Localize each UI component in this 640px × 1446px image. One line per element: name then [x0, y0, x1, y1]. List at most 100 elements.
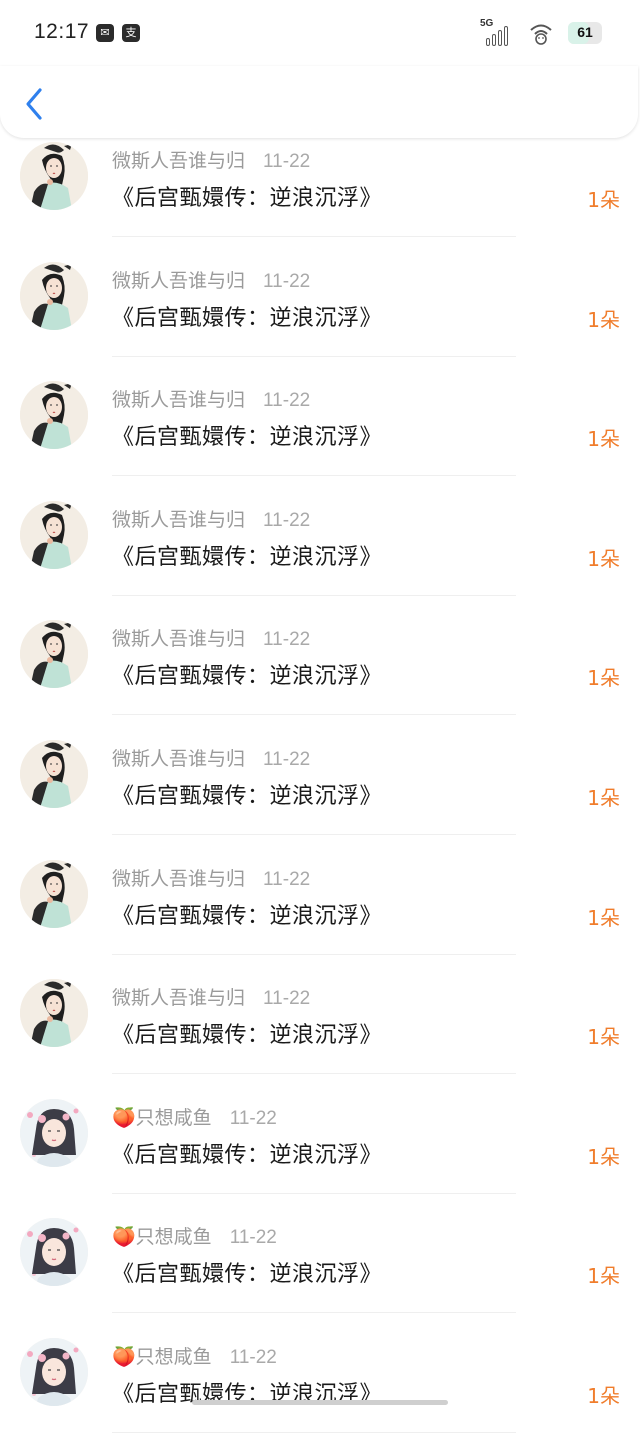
avatar[interactable] [20, 979, 88, 1048]
gift-date: 11-22 [229, 1227, 277, 1249]
flower-count: 1朵 [587, 546, 620, 571]
gift-date: 11-22 [263, 270, 311, 292]
row-divider [112, 594, 516, 596]
list-item[interactable]: 微斯人吾谁与归 11-22 《后宫甄嬛传：逆浪沉浮》 1朵 [0, 369, 640, 489]
book-title[interactable]: 《后宫甄嬛传：逆浪沉浮》 [112, 1137, 382, 1169]
list-item[interactable]: 微斯人吾谁与归 11-22 《后宫甄嬛传：逆浪沉浮》 1朵 [0, 250, 640, 370]
avatar[interactable] [20, 142, 88, 210]
sender-line: 微斯人吾谁与归 11-22 [112, 624, 310, 651]
sender-name[interactable]: 微斯人吾谁与归 [112, 987, 245, 1009]
battery-icon: 61 [568, 22, 602, 44]
gift-date: 11-22 [229, 1347, 277, 1368]
row-divider [112, 1312, 516, 1314]
top-nav-bar [0, 66, 638, 138]
list-item[interactable]: 🍑只想咸鱼 11-22 《后宫甄嬛传：逆浪沉浮》 1朵 [0, 1206, 640, 1326]
book-title[interactable]: 《后宫甄嬛传：逆浪沉浮》 [112, 419, 382, 451]
row-divider [112, 953, 516, 955]
gift-date: 11-22 [263, 988, 311, 1010]
sender-line: 🍑只想咸鱼 11-22 [112, 1342, 277, 1369]
peach-emoji-icon: 🍑 [112, 1226, 136, 1249]
sender-name[interactable]: 微斯人吾谁与归 [112, 389, 245, 411]
gift-date: 11-22 [263, 629, 311, 651]
alipay-icon: 支 [122, 24, 140, 42]
list-item[interactable]: 微斯人吾谁与归 11-22 《后宫甄嬛传：逆浪沉浮》 1朵 [0, 728, 640, 848]
book-title[interactable]: 《后宫甄嬛传：逆浪沉浮》 [112, 539, 382, 571]
book-title[interactable]: 《后宫甄嬛传：逆浪沉浮》 [112, 1256, 382, 1288]
row-divider [112, 1073, 516, 1075]
flower-count: 1朵 [587, 307, 620, 332]
gift-date: 11-22 [263, 509, 311, 531]
row-divider [112, 1432, 516, 1433]
gift-date: 11-22 [263, 390, 311, 412]
sender-name[interactable]: 微斯人吾谁与归 [112, 868, 245, 890]
book-title[interactable]: 《后宫甄嬛传：逆浪沉浮》 [112, 778, 382, 810]
flower-count: 1朵 [587, 1025, 620, 1050]
avatar[interactable] [20, 1338, 88, 1406]
row-divider [112, 475, 516, 477]
book-title[interactable]: 《后宫甄嬛传：逆浪沉浮》 [112, 300, 382, 332]
flower-count: 1朵 [587, 1264, 620, 1289]
chevron-left-icon[interactable] [20, 84, 50, 124]
sender-line: 微斯人吾谁与归 11-22 [112, 864, 310, 891]
flower-count: 1朵 [587, 786, 620, 810]
network-type-label: 5G [480, 18, 494, 29]
status-time: 12:17 [34, 20, 90, 43]
avatar[interactable] [20, 740, 88, 808]
flower-count: 1朵 [587, 427, 620, 452]
sender-name[interactable]: 只想咸鱼 [136, 1107, 212, 1129]
avatar[interactable] [20, 381, 88, 450]
sender-line: 微斯人吾谁与归 11-22 [112, 744, 310, 771]
gift-date: 11-22 [263, 749, 311, 770]
book-title[interactable]: 《后宫甄嬛传：逆浪沉浮》 [112, 658, 382, 690]
sender-name[interactable]: 微斯人吾谁与归 [112, 748, 245, 770]
peach-emoji-icon: 🍑 [112, 1106, 136, 1129]
sender-line: 🍑只想咸鱼 11-22 [112, 1222, 277, 1249]
status-indicators: 5G 61 [480, 16, 602, 50]
sender-name[interactable]: 只想咸鱼 [136, 1226, 212, 1248]
list-item[interactable]: 🍑只想咸鱼 11-22 《后宫甄嬛传：逆浪沉浮》 1朵 [0, 1087, 640, 1207]
gift-date: 11-22 [263, 151, 311, 172]
sender-name[interactable]: 微斯人吾谁与归 [112, 270, 245, 292]
book-title[interactable]: 《后宫甄嬛传：逆浪沉浮》 [112, 898, 382, 930]
sender-name[interactable]: 微斯人吾谁与归 [112, 628, 245, 650]
row-divider [112, 236, 516, 237]
gift-date: 11-22 [229, 1107, 277, 1129]
flower-count: 1朵 [587, 1384, 620, 1408]
list-item[interactable]: 微斯人吾谁与归 11-22 《后宫甄嬛传：逆浪沉浮》 1朵 [0, 848, 640, 968]
sender-name[interactable]: 微斯人吾谁与归 [112, 150, 245, 172]
avatar[interactable] [20, 1098, 88, 1167]
sender-line: 微斯人吾谁与归 11-22 [112, 266, 310, 293]
avatar[interactable] [20, 620, 88, 689]
list-item[interactable]: 微斯人吾谁与归 11-22 《后宫甄嬛传：逆浪沉浮》 1朵 [0, 489, 640, 609]
row-divider [112, 834, 516, 835]
status-bar: 12:17 ✉ 支 5G 61 [0, 0, 640, 66]
flower-count: 1朵 [587, 905, 620, 930]
flower-count: 1朵 [587, 1144, 620, 1169]
book-title[interactable]: 《后宫甄嬛传：逆浪沉浮》 [112, 180, 382, 212]
avatar[interactable] [20, 500, 88, 569]
battery-percent: 61 [577, 24, 593, 40]
sender-line: 微斯人吾谁与归 11-22 [112, 983, 310, 1010]
book-title[interactable]: 《后宫甄嬛传：逆浪沉浮》 [112, 1017, 382, 1049]
row-divider [112, 714, 516, 716]
sender-line: 微斯人吾谁与归 11-22 [112, 505, 310, 532]
sender-name[interactable]: 只想咸鱼 [136, 1346, 212, 1368]
sender-line: 🍑只想咸鱼 11-22 [112, 1103, 277, 1130]
home-indicator [192, 1400, 448, 1405]
avatar[interactable] [20, 261, 88, 330]
list-item[interactable]: 🍑只想咸鱼 11-22 《后宫甄嬛传：逆浪沉浮》 1朵 [0, 1326, 640, 1446]
sender-line: 微斯人吾谁与归 11-22 [112, 385, 310, 412]
list-item[interactable]: 微斯人吾谁与归 11-22 《后宫甄嬛传：逆浪沉浮》 1朵 [0, 967, 640, 1087]
avatar[interactable] [20, 1218, 88, 1287]
peach-emoji-icon: 🍑 [112, 1346, 136, 1368]
flower-count: 1朵 [587, 188, 620, 212]
sender-name[interactable]: 微斯人吾谁与归 [112, 509, 245, 531]
mail-app-icon: ✉ [96, 24, 114, 42]
flower-count: 1朵 [587, 666, 620, 691]
row-divider [112, 355, 516, 357]
list-item[interactable]: 微斯人吾谁与归 11-22 《后宫甄嬛传：逆浪沉浮》 1朵 [0, 608, 640, 728]
sender-line: 微斯人吾谁与归 11-22 [112, 146, 310, 173]
avatar[interactable] [20, 859, 88, 928]
row-divider [112, 1192, 516, 1194]
list-item[interactable]: 微斯人吾谁与归 11-22 《后宫甄嬛传：逆浪沉浮》 1朵 [0, 130, 640, 250]
